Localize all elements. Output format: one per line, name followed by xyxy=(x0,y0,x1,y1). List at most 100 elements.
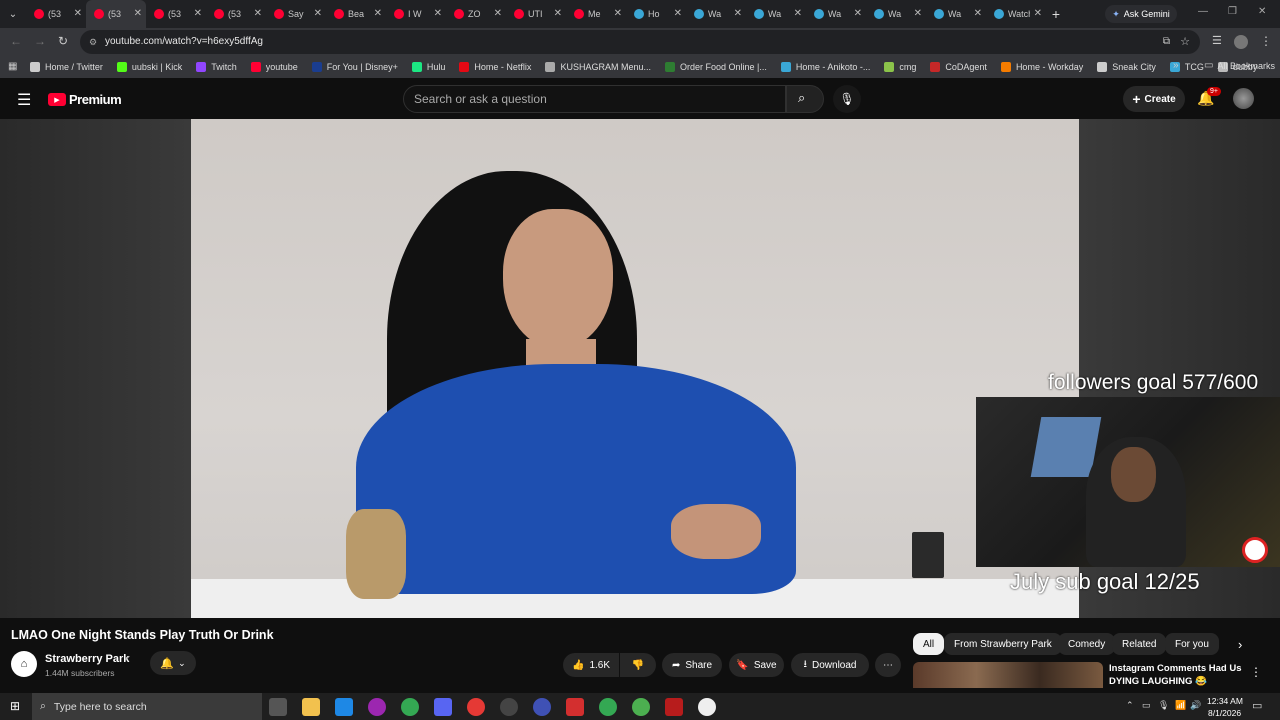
channel-avatar[interactable]: ⌂ xyxy=(11,651,37,677)
app-icon-blue[interactable] xyxy=(533,698,551,716)
channel-name[interactable]: Strawberry Park xyxy=(45,653,129,665)
network-icon[interactable]: ▭ xyxy=(1142,700,1151,711)
more-bookmarks-icon[interactable]: » xyxy=(1173,60,1179,71)
back-icon[interactable]: ← xyxy=(10,34,22,48)
reading-list-icon[interactable]: ☰ xyxy=(1212,34,1222,47)
browser-tab[interactable]: Me ✕ xyxy=(566,0,626,28)
close-tab-icon[interactable]: ✕ xyxy=(1034,8,1042,19)
chrome-icon-2[interactable] xyxy=(599,698,617,716)
hamburger-menu-icon[interactable]: ☰ xyxy=(17,90,31,110)
save-button[interactable]: 🔖 Save xyxy=(729,653,784,677)
clock-date[interactable]: 8/1/2026 xyxy=(1208,708,1241,718)
close-tab-icon[interactable]: ✕ xyxy=(434,8,442,19)
search-input[interactable]: Search or ask a question xyxy=(403,85,786,113)
bookmark-item[interactable]: Home - Anikoto -... xyxy=(780,62,870,72)
download-button[interactable]: ⭳ Download xyxy=(791,653,869,677)
adobe-icon[interactable] xyxy=(566,698,584,716)
chip-all[interactable]: All xyxy=(913,633,945,655)
taskbar-search-box[interactable]: ⌕ Type here to search xyxy=(32,693,262,720)
bookmark-item[interactable]: Home - Netflix xyxy=(459,62,531,72)
chip-from-channel[interactable]: From Strawberry Park xyxy=(944,633,1062,655)
notification-center-icon[interactable]: ▭ xyxy=(1252,699,1262,712)
close-tab-icon[interactable]: ✕ xyxy=(74,8,82,19)
reload-icon[interactable]: ↻ xyxy=(58,34,68,48)
obs-icon[interactable] xyxy=(500,698,518,716)
bookmark-item[interactable]: uubski | Kick xyxy=(116,62,182,72)
browser-tab[interactable]: Wa ✕ xyxy=(926,0,986,28)
adobe-icon-2[interactable] xyxy=(665,698,683,716)
forward-icon[interactable]: → xyxy=(34,34,46,48)
browser-tab[interactable]: (53 ✕ xyxy=(206,0,266,28)
chip-related[interactable]: Related xyxy=(1112,633,1167,655)
mic-tray-icon[interactable]: 🎙 xyxy=(1158,700,1169,711)
bookmark-item[interactable]: CoDAgent xyxy=(930,62,987,72)
close-tab-icon[interactable]: ✕ xyxy=(554,8,562,19)
close-tab-icon[interactable]: ✕ xyxy=(614,8,622,19)
chrome-icon-3[interactable] xyxy=(632,698,650,716)
close-tab-icon[interactable]: ✕ xyxy=(134,8,142,19)
chevron-right-icon[interactable]: › xyxy=(1238,637,1242,652)
bookmark-item[interactable]: cmg xyxy=(884,62,916,72)
bookmark-item[interactable]: Home / Twitter xyxy=(30,62,103,72)
browser-tab[interactable]: I W ✕ xyxy=(386,0,446,28)
url-field[interactable]: ⚙ youtube.com/watch?v=h6exy5dffAg ⧉ ☆ xyxy=(80,30,1200,54)
install-app-icon[interactable]: ⧉ xyxy=(1163,30,1170,54)
bookmark-item[interactable]: For You | Disney+ xyxy=(311,62,398,72)
close-tab-icon[interactable]: ✕ xyxy=(854,8,862,19)
close-tab-icon[interactable]: ✕ xyxy=(254,8,262,19)
bookmark-item[interactable]: KUSHAGRAM Menu... xyxy=(545,62,651,72)
vscode-icon[interactable] xyxy=(335,698,353,716)
volume-icon[interactable]: 🔊 xyxy=(1190,700,1201,711)
browser-tab[interactable]: Wa ✕ xyxy=(806,0,866,28)
recommended-title-line1[interactable]: Instagram Comments Had Us xyxy=(1109,663,1242,674)
close-tab-icon[interactable]: ✕ xyxy=(674,8,682,19)
recommended-title-line2[interactable]: DYING LAUGHING 😂 xyxy=(1109,676,1207,687)
voice-search-button[interactable]: 🎙 xyxy=(833,85,861,113)
chrome-icon[interactable] xyxy=(401,698,419,716)
browser-tab[interactable]: Bea ✕ xyxy=(326,0,386,28)
video-frame[interactable] xyxy=(191,119,1079,618)
browser-tab[interactable]: (53 ✕ xyxy=(86,0,146,28)
minimize-icon[interactable]: — xyxy=(1198,6,1208,17)
tray-chevron-icon[interactable]: ⌃ xyxy=(1126,700,1134,711)
youtube-logo[interactable]: ▶ Premium xyxy=(48,92,122,107)
recommended-thumbnail[interactable] xyxy=(913,662,1103,688)
subscribed-bell-button[interactable]: 🔔 ⌄ xyxy=(150,651,196,675)
clock-app-icon[interactable] xyxy=(698,698,716,716)
close-tab-icon[interactable]: ✕ xyxy=(914,8,922,19)
notifications-button[interactable]: 🔔 9+ xyxy=(1197,87,1221,108)
wifi-icon[interactable]: 📶 xyxy=(1175,700,1186,711)
browser-tab[interactable]: Wa ✕ xyxy=(686,0,746,28)
close-tab-icon[interactable]: ✕ xyxy=(194,8,202,19)
bookmark-item[interactable]: Home - Workday xyxy=(1000,62,1083,72)
share-button[interactable]: ➦ Share xyxy=(662,653,722,677)
close-window-icon[interactable]: ✕ xyxy=(1258,6,1266,17)
chip-for-you[interactable]: For you xyxy=(1165,633,1219,655)
browser-tab[interactable]: Watch ✕ xyxy=(986,0,1046,28)
dislike-button[interactable]: 👎 xyxy=(620,653,656,677)
all-bookmarks-button[interactable]: ▭ All Bookmarks xyxy=(1204,60,1275,71)
ask-gemini-button[interactable]: ✦ Ask Gemini xyxy=(1105,5,1177,23)
new-tab-button[interactable]: + xyxy=(1046,6,1066,22)
create-button[interactable]: + Create xyxy=(1123,86,1185,112)
browser-tab[interactable]: UTI ✕ xyxy=(506,0,566,28)
bookmark-item[interactable]: Sneak City xyxy=(1097,62,1156,72)
bookmark-item[interactable]: Order Food Online |... xyxy=(664,62,767,72)
clock-time[interactable]: 12:34 AM xyxy=(1207,696,1243,706)
browser-tab[interactable]: (53 ✕ xyxy=(26,0,86,28)
bookmark-item[interactable]: Hulu xyxy=(411,62,445,72)
close-tab-icon[interactable]: ✕ xyxy=(494,8,502,19)
windows-start-icon[interactable]: ⊞ xyxy=(10,699,20,713)
browser-tab[interactable]: Wa ✕ xyxy=(866,0,926,28)
site-info-icon[interactable]: ⚙ xyxy=(89,30,97,54)
tab-search-dropdown-icon[interactable]: ⌄ xyxy=(0,9,26,20)
recommended-menu-icon[interactable]: ⋮ xyxy=(1250,665,1262,679)
bookmark-item[interactable]: youtube xyxy=(250,62,298,72)
close-tab-icon[interactable]: ✕ xyxy=(734,8,742,19)
chip-comedy[interactable]: Comedy xyxy=(1058,633,1116,655)
close-tab-icon[interactable]: ✕ xyxy=(794,8,802,19)
search-button[interactable]: ⌕ xyxy=(786,85,824,113)
media-player-icon[interactable] xyxy=(467,698,485,716)
account-avatar[interactable] xyxy=(1233,88,1254,109)
apps-grid-icon[interactable]: ▦ xyxy=(8,61,17,72)
